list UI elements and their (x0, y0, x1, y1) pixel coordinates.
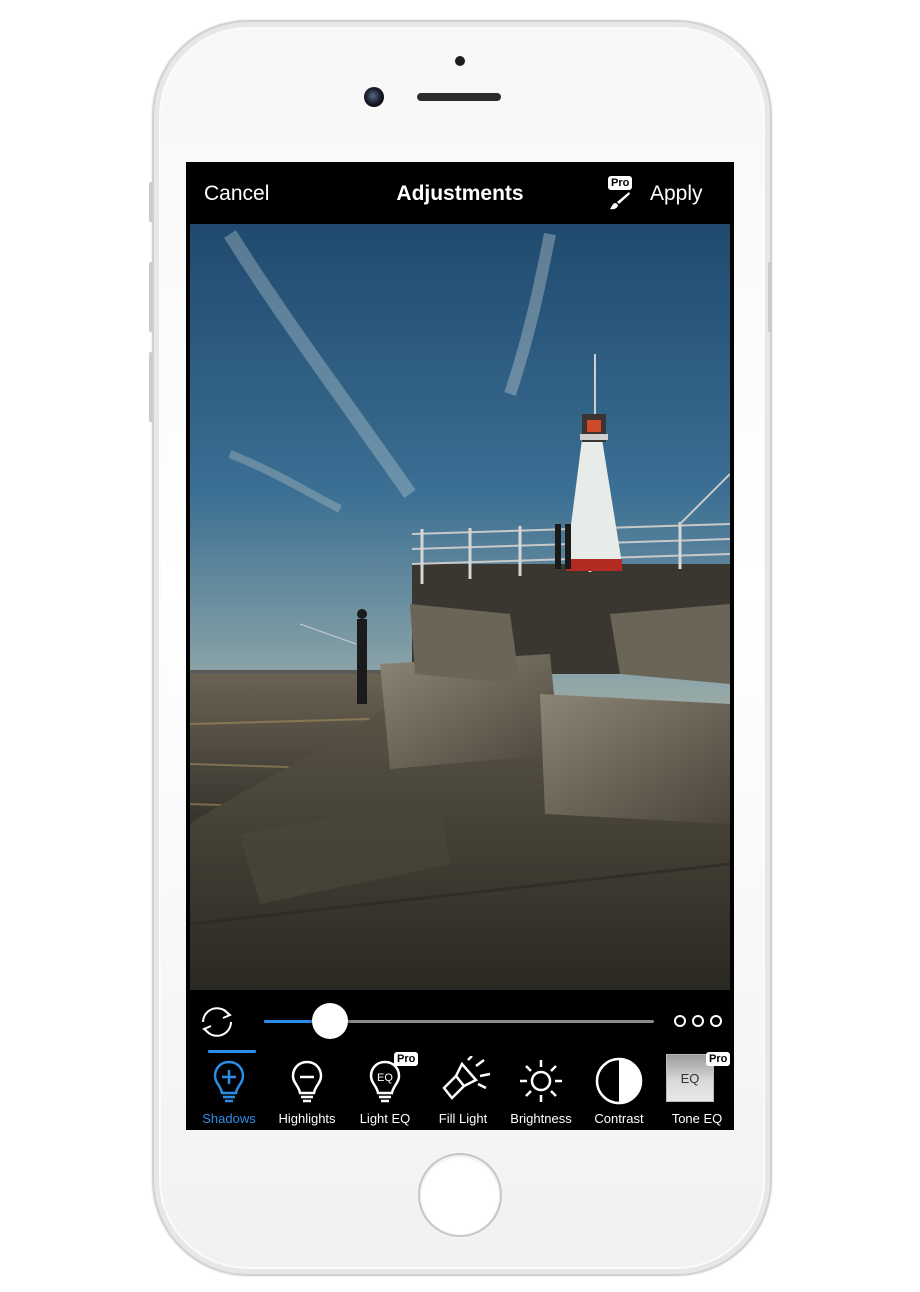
bulb-plus-icon (213, 1060, 245, 1103)
contrast-icon (595, 1057, 643, 1105)
tool-label: Light EQ (359, 1111, 411, 1126)
pro-badge: Pro (394, 1052, 419, 1066)
tool-contrast[interactable]: Contrast (580, 1048, 658, 1130)
tool-brightness[interactable]: Brightness (502, 1048, 580, 1130)
tool-label: Shadows (202, 1111, 256, 1126)
navigation-bar: Cancel Adjustments Pro Apply (186, 162, 734, 224)
apply-button[interactable]: Pro Apply (606, 174, 726, 214)
tool-fill-light[interactable]: Fill Light (424, 1048, 502, 1130)
tone-eq-icon-text: EQ (680, 1071, 700, 1086)
apply-label: Apply (650, 182, 703, 205)
tool-light-eq[interactable]: EQ Pro Light EQ (346, 1048, 424, 1130)
more-options-icon[interactable] (672, 1010, 724, 1032)
pro-badge: Pro (706, 1052, 731, 1066)
tool-label: Fill Light (438, 1111, 488, 1126)
tool-label: Highlights (278, 1111, 336, 1126)
adjustment-toolbar: Shadows Highlights EQ Pro Light EQ Fill … (186, 990, 734, 1130)
home-button[interactable] (418, 1153, 502, 1237)
tool-tone-eq[interactable]: EQ Pro Tone EQ (658, 1048, 734, 1130)
active-indicator (208, 1050, 256, 1053)
mute-switch (149, 182, 153, 222)
sun-icon (520, 1060, 562, 1102)
flashlight-icon (442, 1056, 491, 1100)
brush-icon (610, 192, 630, 210)
front-camera (364, 87, 384, 107)
tool-highlights[interactable]: Highlights (268, 1048, 346, 1130)
refresh-icon[interactable] (194, 1000, 240, 1044)
tool-label: Brightness (510, 1111, 572, 1126)
tool-label: Contrast (594, 1111, 644, 1126)
volume-up-button (149, 262, 153, 332)
bulb-minus-icon (291, 1060, 323, 1103)
volume-down-button (149, 352, 153, 422)
earpiece-speaker (417, 93, 501, 101)
tool-shadows[interactable]: Shadows (190, 1048, 268, 1130)
proximity-sensor (455, 56, 465, 66)
cancel-button[interactable]: Cancel (204, 182, 269, 206)
eq-icon-text: EQ (377, 1072, 393, 1084)
slider-track[interactable] (264, 1003, 654, 1039)
pro-badge: Pro (608, 176, 633, 190)
tool-label: Tone EQ (671, 1111, 723, 1126)
slider-thumb[interactable] (312, 1003, 349, 1039)
app-screen: Cancel Adjustments Pro Apply Shadows Hig… (186, 162, 734, 1130)
photo-preview (190, 224, 730, 990)
power-button (768, 262, 772, 332)
